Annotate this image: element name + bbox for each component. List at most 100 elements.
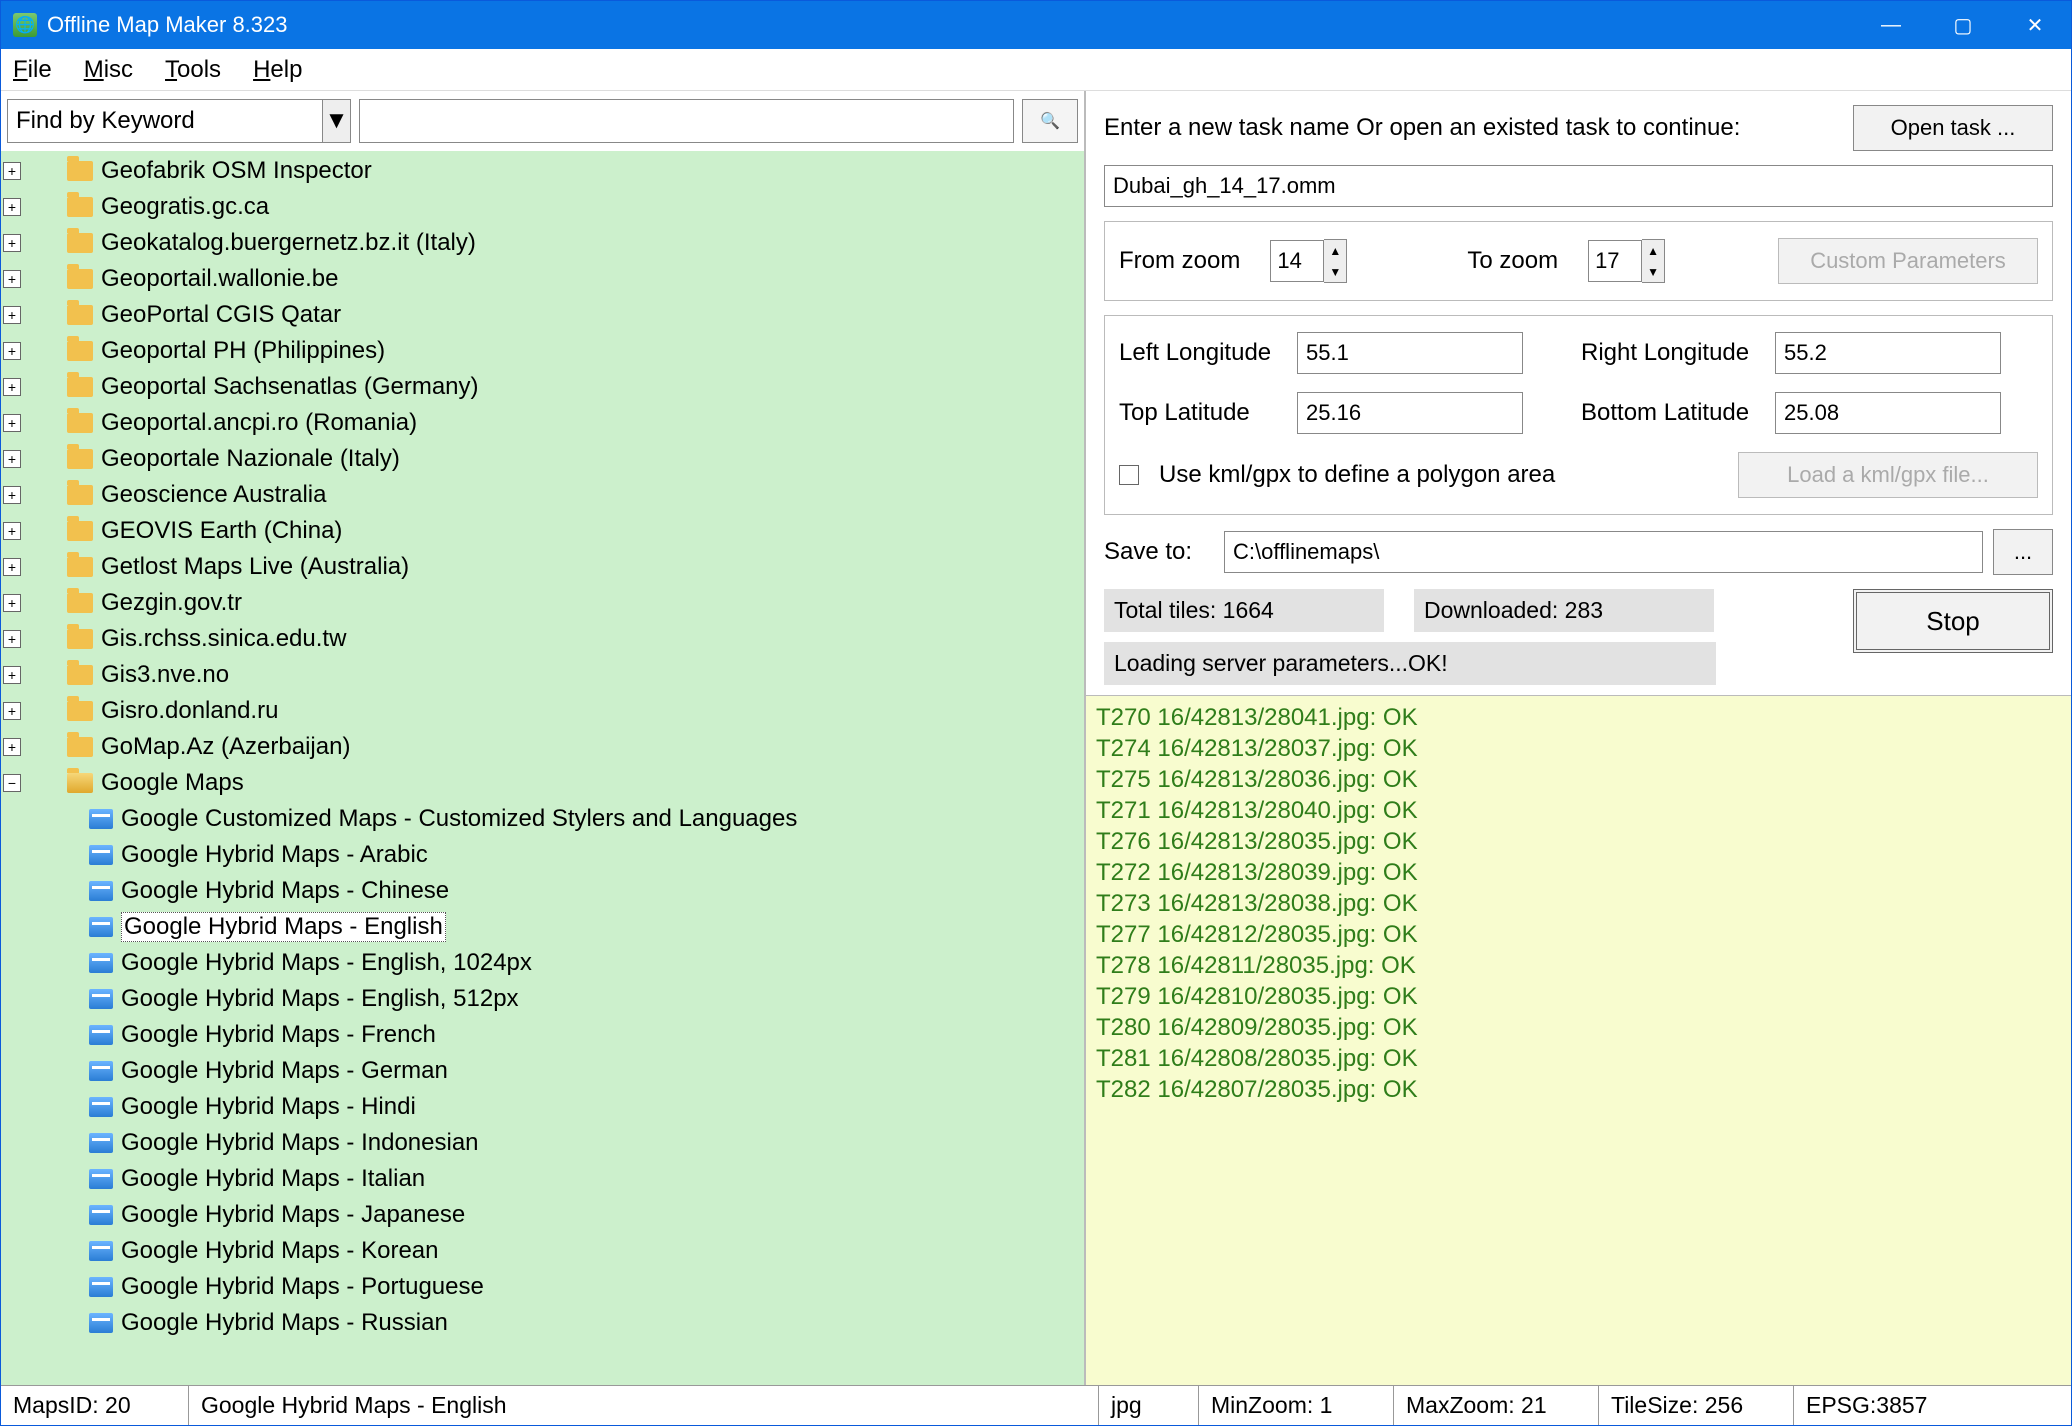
expand-icon[interactable]: +	[3, 450, 21, 468]
folder-icon	[67, 377, 93, 397]
tree-folder[interactable]: +Geoscience Australia	[3, 477, 1084, 513]
tree-map-item[interactable]: Google Hybrid Maps - Arabic	[3, 837, 1084, 873]
tree-map-item[interactable]: Google Hybrid Maps - Hindi	[3, 1089, 1084, 1125]
tree-folder-label: GeoPortal CGIS Qatar	[101, 301, 341, 329]
tree-folder[interactable]: +GEOVIS Earth (China)	[3, 513, 1084, 549]
folder-icon	[67, 557, 93, 577]
from-zoom-down[interactable]: ▼	[1324, 261, 1346, 282]
expand-icon[interactable]: +	[3, 198, 21, 216]
folder-icon	[67, 413, 93, 433]
browse-button[interactable]: ...	[1993, 529, 2053, 575]
custom-parameters-button[interactable]: Custom Parameters	[1778, 238, 2038, 284]
menu-tools[interactable]: Tools	[161, 52, 225, 88]
kml-checkbox[interactable]	[1119, 465, 1139, 485]
map-icon	[89, 809, 113, 829]
expand-icon[interactable]: +	[3, 630, 21, 648]
find-mode-combo[interactable]: Find by Keyword ▼	[7, 99, 351, 143]
expand-icon[interactable]: +	[3, 666, 21, 684]
tree-map-item[interactable]: Google Hybrid Maps - Chinese	[3, 873, 1084, 909]
maximize-button[interactable]: ▢	[1927, 1, 1999, 49]
close-button[interactable]: ✕	[1999, 1, 2071, 49]
to-zoom-up[interactable]: ▲	[1642, 240, 1664, 261]
expand-icon[interactable]: +	[3, 162, 21, 180]
expand-icon[interactable]: +	[3, 414, 21, 432]
tree-folder-label: Gezgin.gov.tr	[101, 589, 242, 617]
to-zoom-down[interactable]: ▼	[1642, 261, 1664, 282]
tree-folder[interactable]: + Geokatalog.buergernetz.bz.it (Italy)	[3, 225, 1084, 261]
task-name-input[interactable]	[1104, 165, 2053, 207]
download-log[interactable]: T270 16/42813/28041.jpg: OKT274 16/42813…	[1086, 695, 2071, 1385]
tree-folder[interactable]: +Gisro.donland.ru	[3, 693, 1084, 729]
tree-folder[interactable]: + Gezgin.gov.tr	[3, 585, 1084, 621]
expand-icon[interactable]: +	[3, 342, 21, 360]
tree-map-item[interactable]: Google Hybrid Maps - French	[3, 1017, 1084, 1053]
right-longitude-input[interactable]	[1775, 332, 2001, 374]
load-kml-button[interactable]: Load a kml/gpx file...	[1738, 452, 2038, 498]
tree-map-label: Google Customized Maps - Customized Styl…	[121, 805, 797, 833]
tree-folder[interactable]: +Geoportal Sachsenatlas (Germany)	[3, 369, 1084, 405]
tree-map-item[interactable]: Google Hybrid Maps - Korean	[3, 1233, 1084, 1269]
tree-map-item[interactable]: Google Hybrid Maps - Indonesian	[3, 1125, 1084, 1161]
expand-icon[interactable]: +	[3, 522, 21, 540]
map-icon	[89, 1025, 113, 1045]
log-line: T280 16/42809/28035.jpg: OK	[1096, 1012, 2061, 1043]
expand-icon[interactable]: +	[3, 234, 21, 252]
map-icon	[89, 1277, 113, 1297]
bottom-latitude-input[interactable]	[1775, 392, 2001, 434]
tree-folder[interactable]: +Geoportail.wallonie.be	[3, 261, 1084, 297]
tree-map-item[interactable]: Google Hybrid Maps - Russian	[3, 1305, 1084, 1341]
tree-map-item[interactable]: Google Hybrid Maps - Portuguese	[3, 1269, 1084, 1305]
expand-icon[interactable]: +	[3, 270, 21, 288]
task-prompt: Enter a new task name Or open an existed…	[1104, 114, 1843, 142]
tree-folder[interactable]: +Gis3.nve.no	[3, 657, 1084, 693]
tree-folder[interactable]: +Geogratis.gc.ca	[3, 189, 1084, 225]
left-long-label: Left Longitude	[1119, 339, 1283, 367]
search-input[interactable]	[359, 99, 1014, 143]
expand-icon[interactable]: +	[3, 738, 21, 756]
tree-folder[interactable]: +Gis.rchss.sinica.edu.tw	[3, 621, 1084, 657]
to-zoom-input[interactable]	[1588, 240, 1642, 282]
tree-map-item[interactable]: Google Hybrid Maps - English	[3, 909, 1084, 945]
left-longitude-input[interactable]	[1297, 332, 1523, 374]
expand-icon[interactable]: +	[3, 486, 21, 504]
stop-button[interactable]: Stop	[1853, 589, 2053, 653]
tree-map-item[interactable]: Google Hybrid Maps - English, 512px	[3, 981, 1084, 1017]
log-line: T275 16/42813/28036.jpg: OK	[1096, 764, 2061, 795]
status-format: jpg	[1099, 1386, 1199, 1425]
top-latitude-input[interactable]	[1297, 392, 1523, 434]
minimize-button[interactable]: —	[1855, 1, 1927, 49]
expand-icon[interactable]: +	[3, 306, 21, 324]
menu-help[interactable]: Help	[249, 52, 306, 88]
tree-folder-open[interactable]: −Google Maps	[3, 765, 1084, 801]
tree-map-item[interactable]: Google Customized Maps - Customized Styl…	[3, 801, 1084, 837]
titlebar[interactable]: 🌐 Offline Map Maker 8.323 — ▢ ✕	[1, 1, 2071, 49]
expand-icon[interactable]: +	[3, 702, 21, 720]
tree-map-item[interactable]: Google Hybrid Maps - English, 1024px	[3, 945, 1084, 981]
log-line: T270 16/42813/28041.jpg: OK	[1096, 702, 2061, 733]
status-tilesize: TileSize: 256	[1599, 1386, 1794, 1425]
log-line: T274 16/42813/28037.jpg: OK	[1096, 733, 2061, 764]
open-task-button[interactable]: Open task ...	[1853, 105, 2053, 151]
tree-folder[interactable]: + GeoPortal CGIS Qatar	[3, 297, 1084, 333]
tree-map-item[interactable]: Google Hybrid Maps - German	[3, 1053, 1084, 1089]
search-button[interactable]: 🔍	[1022, 99, 1078, 143]
expand-icon[interactable]: +	[3, 378, 21, 396]
tree-map-item[interactable]: Google Hybrid Maps - Japanese	[3, 1197, 1084, 1233]
menu-misc[interactable]: Misc	[80, 52, 137, 88]
save-to-input[interactable]	[1224, 531, 1983, 573]
from-zoom-up[interactable]: ▲	[1324, 240, 1346, 261]
expand-icon[interactable]: +	[3, 558, 21, 576]
tree-folder[interactable]: +Getlost Maps Live (Australia)	[3, 549, 1084, 585]
tree-folder[interactable]: +Geofabrik OSM Inspector	[3, 153, 1084, 189]
from-zoom-input[interactable]	[1270, 240, 1324, 282]
tree-folder-label: Geokatalog.buergernetz.bz.it (Italy)	[101, 229, 476, 257]
tree-map-item[interactable]: Google Hybrid Maps - Italian	[3, 1161, 1084, 1197]
tree-folder[interactable]: +Geoportal.ancpi.ro (Romania)	[3, 405, 1084, 441]
expand-icon[interactable]: +	[3, 594, 21, 612]
tree-folder[interactable]: +Geoportal PH (Philippines)	[3, 333, 1084, 369]
tree-folder[interactable]: +GoMap.Az (Azerbaijan)	[3, 729, 1084, 765]
collapse-icon[interactable]: −	[3, 774, 21, 792]
maps-tree[interactable]: +Geofabrik OSM Inspector+Geogratis.gc.ca…	[1, 151, 1084, 1385]
tree-folder[interactable]: +Geoportale Nazionale (Italy)	[3, 441, 1084, 477]
menu-file[interactable]: File	[9, 52, 56, 88]
